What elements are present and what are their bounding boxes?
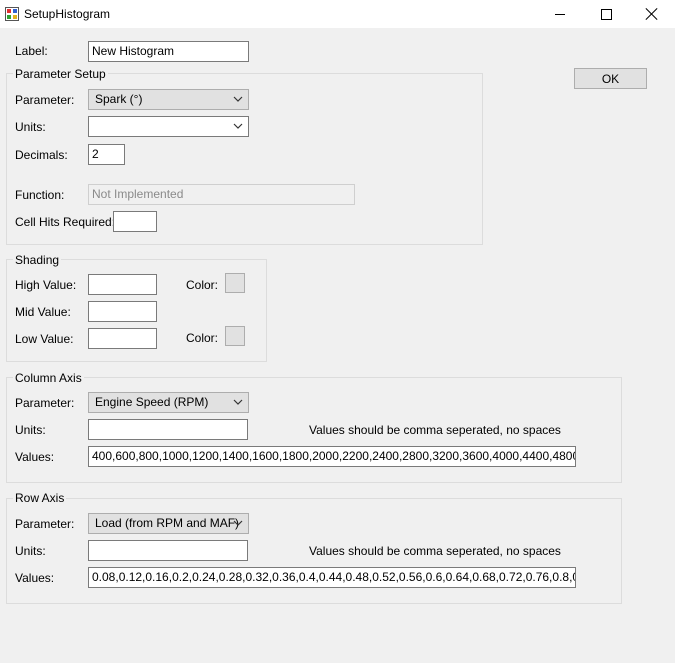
column-units-input[interactable] [88,419,248,440]
parameter-label: Parameter: [15,93,75,107]
column-axis-title: Column Axis [13,371,84,385]
histogram-app-icon [5,7,19,21]
row-parameter-label: Parameter: [15,517,75,531]
units-label: Units: [15,120,46,134]
column-hint: Values should be comma seperated, no spa… [309,423,561,437]
row-hint: Values should be comma seperated, no spa… [309,544,561,558]
minimize-button[interactable] [537,0,583,28]
high-color-label: Color: [186,278,219,292]
ok-button[interactable]: OK [574,68,647,89]
high-value-input[interactable] [88,274,157,295]
row-units-input[interactable] [88,540,248,561]
cell-hits-input[interactable] [113,211,157,232]
decimals-input[interactable]: 2 [88,144,125,165]
column-values-input[interactable]: 400,600,800,1000,1200,1400,1600,1800,200… [88,446,576,467]
chevron-down-icon [233,520,243,526]
parameter-setup-title: Parameter Setup [13,67,108,81]
row-values-input[interactable]: 0.08,0.12,0.16,0.2,0.24,0.28,0.32,0.36,0… [88,567,576,588]
close-icon [646,8,658,20]
row-parameter-value: Load (from RPM and MAF) [95,516,240,530]
label-caption: Label: [15,44,48,58]
maximize-icon [600,8,612,20]
row-parameter-dropdown[interactable]: Load (from RPM and MAF) [88,513,249,534]
row-values-label: Values: [15,571,55,585]
column-parameter-dropdown[interactable]: Engine Speed (RPM) [88,392,249,413]
function-input: Not Implemented [88,184,355,205]
chevron-down-icon [233,399,243,405]
maximize-button[interactable] [583,0,629,28]
function-label: Function: [15,188,65,202]
units-dropdown[interactable] [88,116,249,137]
minimize-icon [555,13,565,15]
column-units-label: Units: [15,423,46,437]
close-button[interactable] [629,0,675,28]
title-bar: SetupHistogram [0,0,675,28]
label-input[interactable]: New Histogram [88,41,249,62]
window-title: SetupHistogram [24,7,111,21]
cell-hits-label: Cell Hits Required: [15,215,116,229]
low-value-input[interactable] [88,328,157,349]
mid-value-label: Mid Value: [15,305,71,319]
column-parameter-label: Parameter: [15,396,75,410]
row-units-label: Units: [15,544,46,558]
shading-title: Shading [13,253,62,267]
parameter-dropdown-value: Spark (°) [95,92,143,106]
chevron-down-icon [233,123,243,129]
column-parameter-value: Engine Speed (RPM) [95,395,209,409]
column-values-label: Values: [15,450,55,464]
row-axis-title: Row Axis [13,491,67,505]
parameter-dropdown[interactable]: Spark (°) [88,89,249,110]
low-color-label: Color: [186,331,219,345]
high-color-swatch[interactable] [225,273,245,293]
chevron-down-icon [233,96,243,102]
low-value-label: Low Value: [15,332,74,346]
decimals-label: Decimals: [15,148,68,162]
high-value-label: High Value: [15,278,77,292]
mid-value-input[interactable] [88,301,157,322]
low-color-swatch[interactable] [225,326,245,346]
